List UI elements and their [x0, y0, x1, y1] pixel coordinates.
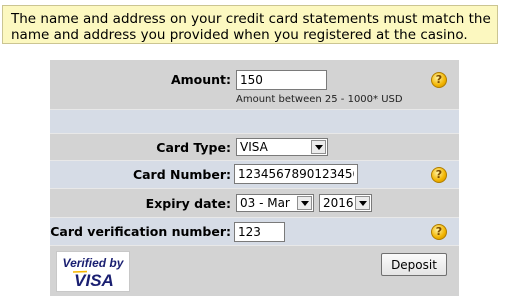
amount-label: Amount: [170, 72, 231, 87]
notice-line-1: The name and address on your credit card… [11, 11, 491, 27]
deposit-form: Amount: Amount between 25 - 1000* USD ? … [50, 60, 459, 296]
chevron-down-icon [297, 196, 312, 210]
notice-banner: The name and address on your credit card… [2, 5, 498, 44]
expiry-month-value: 03 - Mar [240, 196, 290, 210]
card-type-value: VISA [240, 140, 268, 154]
help-icon-cvv[interactable]: ? [431, 224, 447, 240]
expiry-year-select[interactable]: 2016 [319, 194, 372, 212]
card-type-label: Card Type: [156, 140, 231, 155]
cvv-input[interactable] [234, 222, 285, 242]
card-type-select[interactable]: VISA [236, 138, 328, 156]
expiry-row: Expiry date: 03 - Mar 2016 [50, 189, 459, 217]
visa-logo-line-2: VISA [74, 271, 114, 290]
chevron-down-icon [355, 196, 370, 210]
cvv-label: Card verification number: [50, 224, 231, 239]
chevron-down-icon [311, 140, 326, 154]
deposit-button[interactable]: Deposit [381, 253, 447, 276]
amount-input[interactable] [236, 70, 327, 90]
help-icon-card-number[interactable]: ? [431, 167, 447, 183]
help-icon-amount[interactable]: ? [431, 72, 447, 88]
expiry-label: Expiry date: [145, 196, 231, 211]
card-type-row: Card Type: VISA [50, 134, 459, 160]
verified-by-visa-logo: Verified by VISA [56, 251, 130, 292]
expiry-year-value: 2016 [323, 196, 354, 210]
card-number-input[interactable] [234, 164, 358, 184]
expiry-month-select[interactable]: 03 - Mar [236, 194, 314, 212]
visa-logo-line-1: Verified by [63, 256, 125, 270]
notice-line-2: name and address you provided when you r… [11, 27, 468, 43]
card-number-row: Card Number: ? [50, 161, 459, 188]
card-number-label: Card Number: [132, 167, 231, 182]
spacer-row [50, 110, 459, 133]
amount-row: Amount: Amount between 25 - 1000* USD ? [50, 60, 459, 109]
visa-logo-graphic: Verified by VISA [63, 256, 125, 290]
amount-hint: Amount between 25 - 1000* USD [236, 94, 403, 105]
cvv-row: Card verification number: ? [50, 218, 459, 245]
divider [50, 245, 459, 246]
